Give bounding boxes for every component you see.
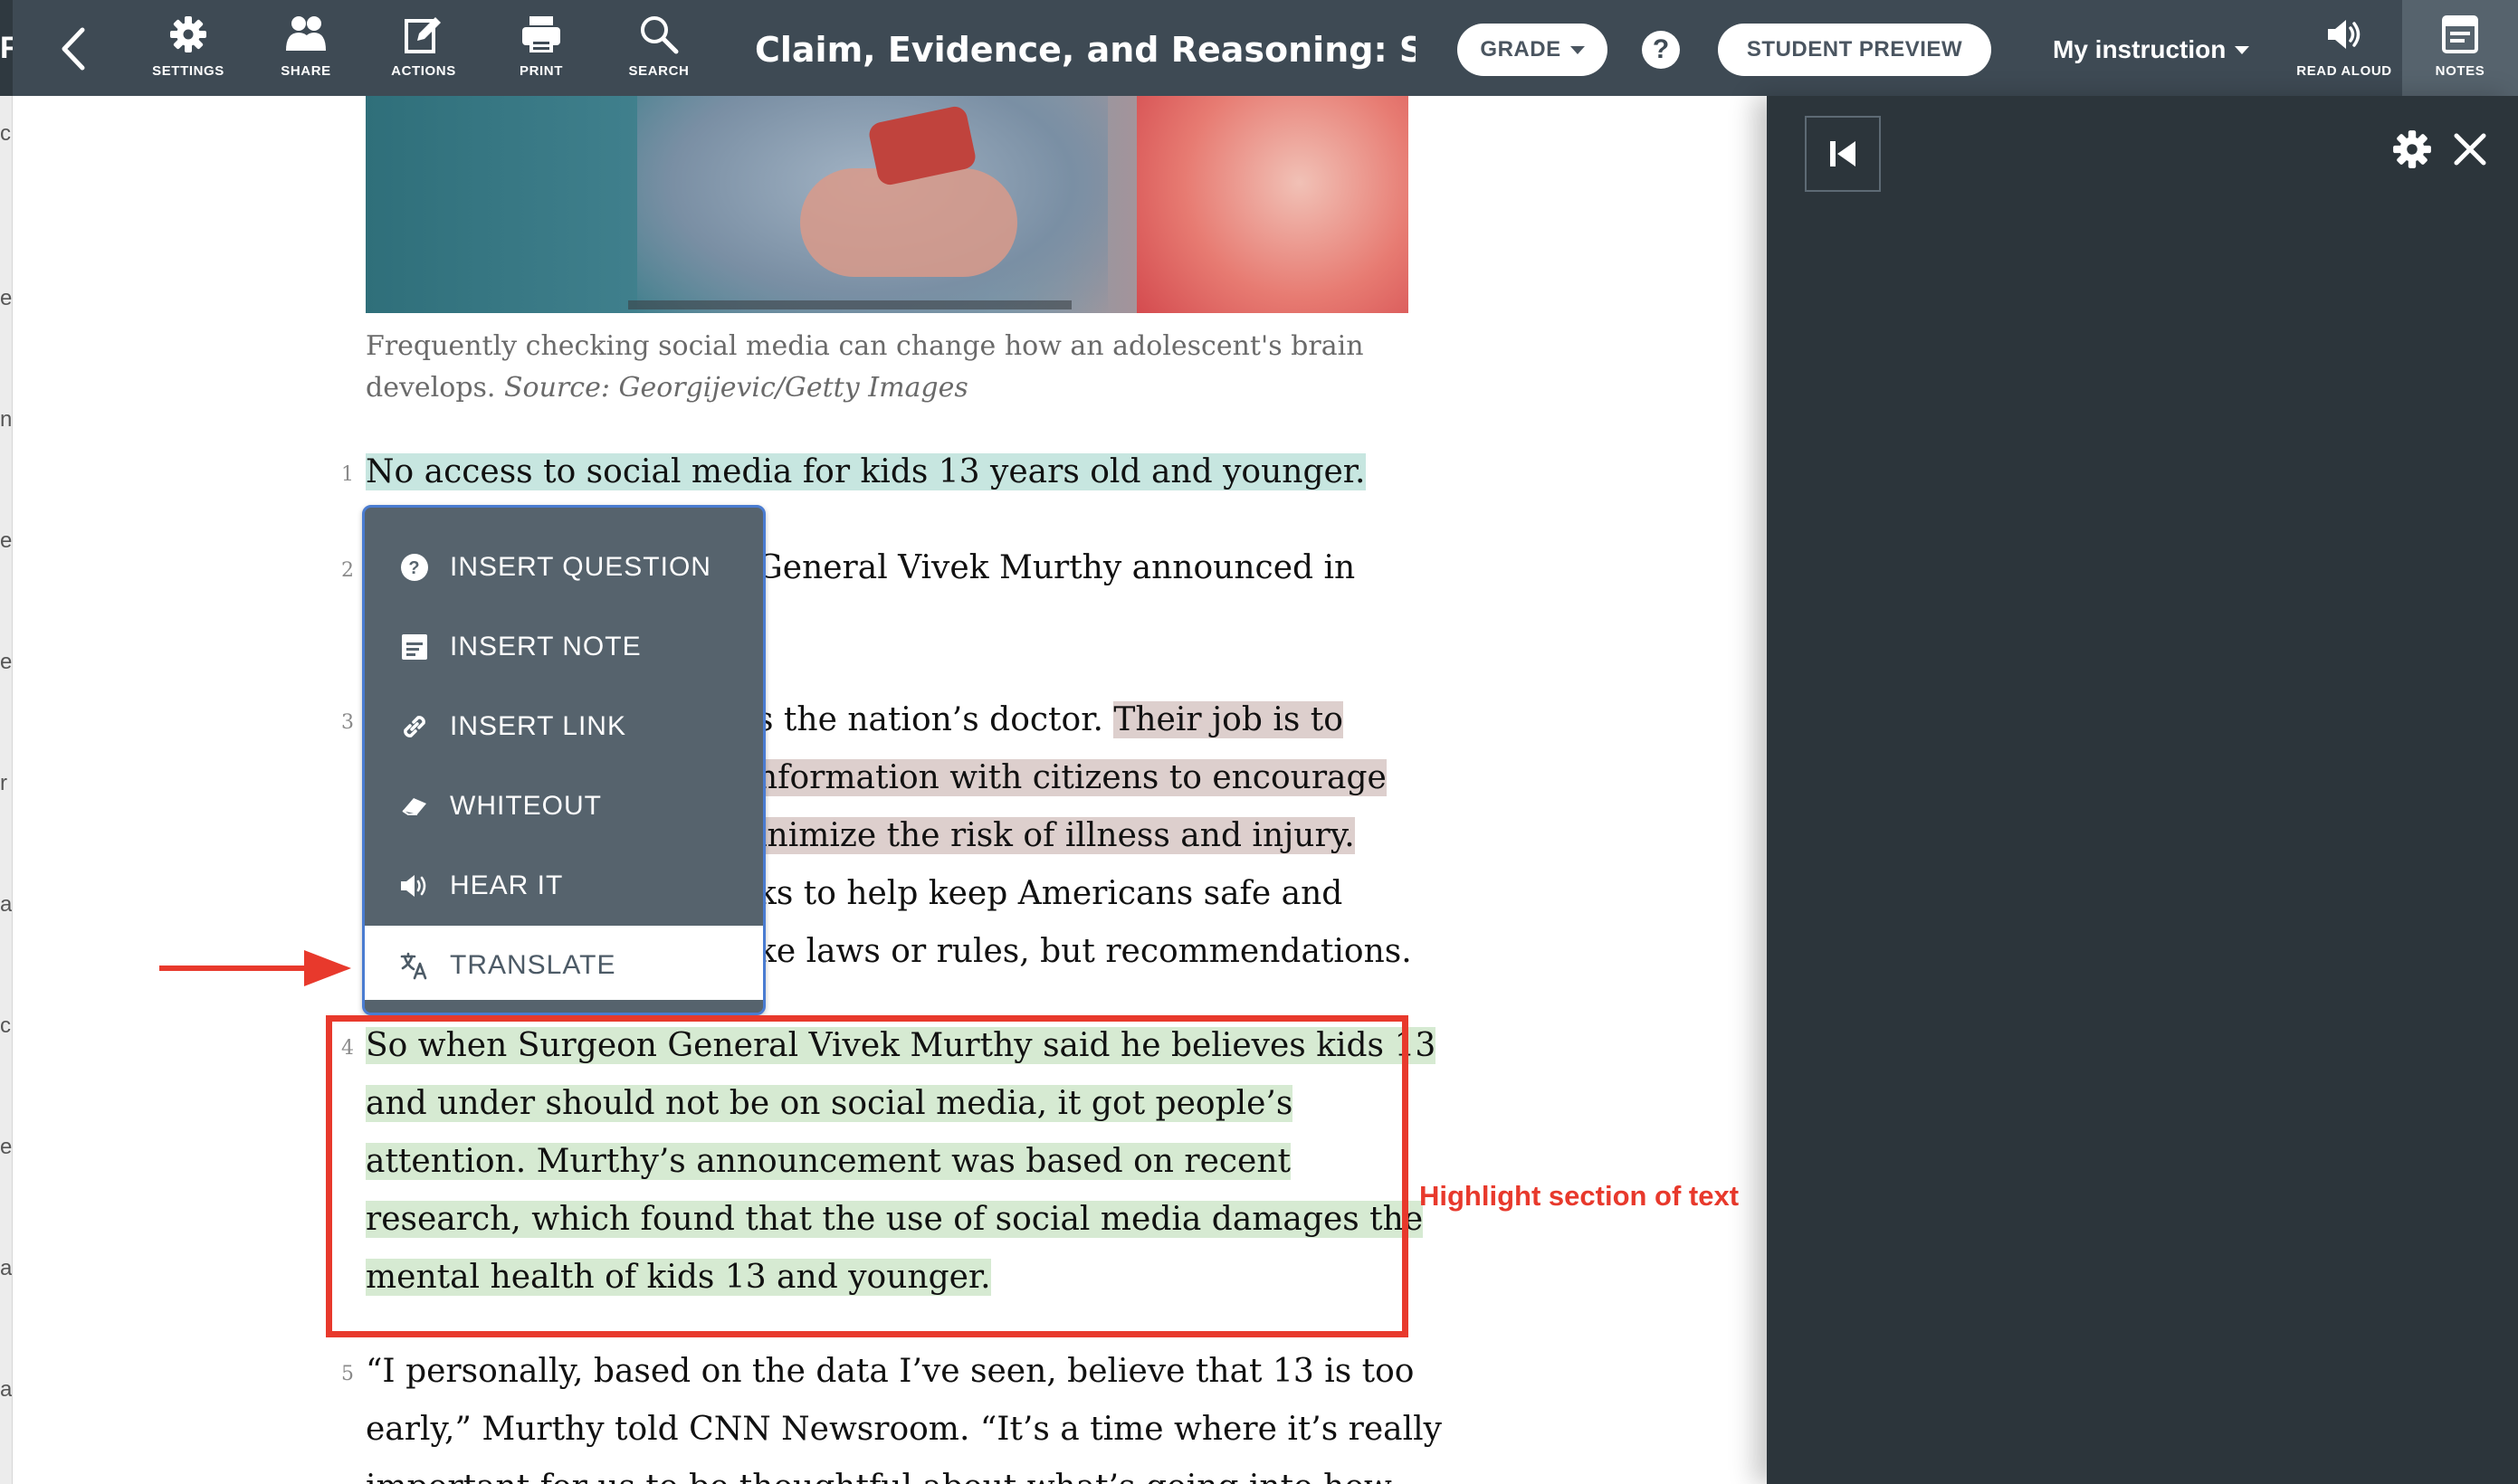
paragraph-line: “I personally, based on the data I’ve se… <box>366 1353 1415 1390</box>
share-label: SHARE <box>281 63 331 79</box>
menu-item-label: TRANSLATE <box>450 950 616 980</box>
menu-item-label: WHITEOUT <box>450 791 602 821</box>
paragraph-3-line[interactable]: ke laws or rules, but recommendations. <box>757 923 1412 981</box>
skip-back-icon <box>1830 141 1855 166</box>
highlight-annotation-box <box>326 1015 1408 1337</box>
menu-item-whiteout[interactable]: WHITEOUT <box>365 766 763 846</box>
settings-label: SETTINGS <box>152 63 224 79</box>
notes-label: NOTES <box>2435 63 2485 79</box>
paragraph-3-line[interactable]: inimize the risk of illness and injury. <box>757 807 1355 865</box>
menu-item-hear-it[interactable]: HEAR IT <box>365 846 763 926</box>
print-button[interactable]: PRINT <box>487 13 596 87</box>
read-aloud-label: READ ALOUD <box>2296 63 2392 79</box>
paragraph-5-line[interactable]: “I personally, based on the data I’ve se… <box>366 1343 1414 1401</box>
cut-off-edge: F <box>0 0 13 96</box>
menu-item-label: INSERT NOTE <box>450 632 642 661</box>
speaker-icon <box>399 870 430 901</box>
grade-label: GRADE <box>1480 37 1561 62</box>
menu-item-label: INSERT LINK <box>450 711 626 741</box>
question-icon: ? <box>1652 34 1670 64</box>
paragraph-1[interactable]: No access to social media for kids 13 ye… <box>366 443 1366 501</box>
note-icon <box>399 632 430 662</box>
menu-footer <box>365 1000 763 1013</box>
paragraph-line: ke laws or rules, but recommendations. <box>757 933 1412 970</box>
gear-icon <box>167 13 210 56</box>
paragraph-number: 2 <box>341 559 354 582</box>
search-button[interactable]: SEARCH <box>605 13 713 87</box>
paragraph-5-line[interactable]: early,” Murthy told CNN Newsroom. “It’s … <box>366 1401 1442 1459</box>
menu-item-insert-question[interactable]: ? INSERT QUESTION <box>365 528 763 607</box>
highlight-annotation-label: Highlight section of text <box>1419 1180 1740 1212</box>
paragraph-3-line[interactable]: ks to help keep Americans safe and <box>757 865 1342 923</box>
student-preview-label: STUDENT PREVIEW <box>1746 37 1963 62</box>
help-button[interactable]: ? <box>1642 31 1680 69</box>
selection-context-menu: ? INSERT QUESTION INSERT NOTE INSERT LIN… <box>362 505 766 1015</box>
panel-settings-button[interactable] <box>2391 128 2433 170</box>
collapse-panel-button[interactable] <box>1805 116 1881 192</box>
paragraph-line: General Vivek Murthy announced in <box>757 549 1356 586</box>
speaker-icon <box>2322 13 2366 56</box>
actions-label: ACTIONS <box>391 63 456 79</box>
paragraph-line: important for us to be thoughtful about … <box>366 1469 1392 1484</box>
document-title: Claim, Evidence, and Reasoning: S... <box>755 30 1416 70</box>
eraser-icon <box>399 791 430 822</box>
close-icon <box>2454 133 2486 166</box>
panel-close-button[interactable] <box>2449 128 2491 170</box>
notes-button[interactable]: NOTES <box>2402 0 2518 96</box>
people-icon <box>284 13 328 56</box>
instruction-dropdown[interactable]: My instruction <box>2053 27 2270 72</box>
photo-overlay-bar <box>628 300 1072 309</box>
notes-panel <box>1767 96 2518 1484</box>
article-photo <box>366 96 1408 313</box>
edge-letter: F <box>0 31 13 65</box>
highlighted-text[interactable]: No access to social media for kids 13 ye… <box>366 453 1366 490</box>
translate-icon <box>399 950 430 981</box>
paragraph-5-line[interactable]: important for us to be thoughtful about … <box>366 1459 1392 1484</box>
highlighted-text[interactable]: nformation with citizens to encourage <box>757 759 1387 796</box>
print-label: PRINT <box>520 63 563 79</box>
paragraph-3-line[interactable]: nformation with citizens to encourage <box>757 749 1387 807</box>
menu-item-translate[interactable]: TRANSLATE <box>365 926 763 1005</box>
read-aloud-button[interactable]: READ ALOUD <box>2288 13 2400 87</box>
red-arrow-annotation <box>159 950 351 986</box>
paragraph-number: 1 <box>341 463 354 486</box>
search-icon <box>637 13 681 56</box>
actions-button[interactable]: ACTIONS <box>369 13 478 87</box>
search-label: SEARCH <box>628 63 690 79</box>
caret-down-icon <box>2235 45 2250 54</box>
menu-item-label: INSERT QUESTION <box>450 552 711 582</box>
photo-fur <box>1137 96 1408 313</box>
highlighted-text[interactable]: inimize the risk of illness and injury. <box>757 817 1355 854</box>
photo-caption: Frequently checking social media can cha… <box>366 326 1408 409</box>
paragraph-line: s the nation’s doctor. <box>757 701 1114 738</box>
printer-icon <box>520 13 563 56</box>
highlighted-text[interactable]: Their job is to <box>1113 701 1343 738</box>
paragraph-number: 3 <box>341 711 354 734</box>
chevron-left-icon <box>62 27 85 71</box>
caption-source: Source: Georgijevic/Getty Images <box>504 372 968 404</box>
paragraph-number: 5 <box>341 1363 354 1385</box>
paragraph-2[interactable]: General Vivek Murthy announced in <box>757 539 1355 597</box>
menu-item-insert-note[interactable]: INSERT NOTE <box>365 607 763 687</box>
back-button[interactable] <box>43 20 101 78</box>
paragraph-line: ks to help keep Americans safe and <box>757 875 1343 912</box>
note-icon <box>2438 13 2482 56</box>
paragraph-3-line[interactable]: s the nation’s doctor. Their job is to <box>757 691 1343 749</box>
top-toolbar: F SETTINGS SHARE ACTIONS PRINT SEARCH Cl… <box>0 0 2518 96</box>
menu-item-label: HEAR IT <box>450 870 564 900</box>
paragraph-line: early,” Murthy told CNN Newsroom. “It’s … <box>366 1411 1443 1448</box>
settings-button[interactable]: SETTINGS <box>134 13 243 87</box>
svg-text:?: ? <box>408 558 420 578</box>
gear-icon <box>2393 130 2431 168</box>
instruction-label: My instruction <box>2053 35 2227 63</box>
student-preview-button[interactable]: STUDENT PREVIEW <box>1718 24 1991 76</box>
menu-item-insert-link[interactable]: INSERT LINK <box>365 687 763 766</box>
photo-hands <box>800 168 1017 277</box>
grade-dropdown[interactable]: GRADE <box>1457 24 1607 76</box>
question-circle-icon: ? <box>399 552 430 583</box>
link-icon <box>399 711 430 742</box>
edit-icon <box>402 13 445 56</box>
share-button[interactable]: SHARE <box>252 13 360 87</box>
caret-down-icon <box>1569 45 1585 54</box>
